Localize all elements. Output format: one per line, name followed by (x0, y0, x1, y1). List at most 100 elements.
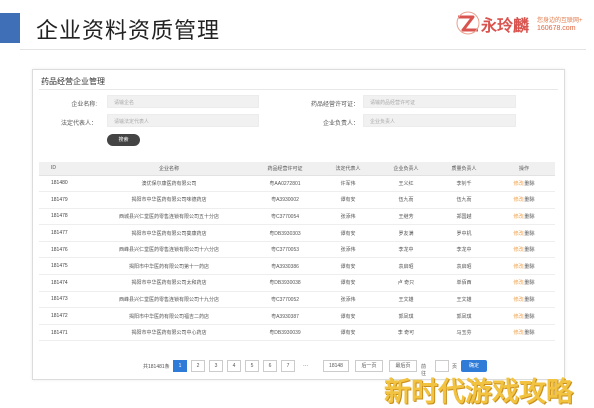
cell-legal-rep: 谭有安 (319, 224, 377, 242)
cell-manager: 李龙中 (377, 241, 435, 259)
license-label: 药品经营许可证： (310, 102, 359, 108)
delete-link[interactable]: 删除 (525, 297, 535, 303)
cell-quality: 马玉芬 (435, 324, 493, 342)
cell-actions: 修改|删除 (493, 307, 555, 325)
table-row: 181471 揭阳市中华医药有限公司中心药店 粤DB3930039 谭有安李 奇可 马玉… (39, 324, 555, 342)
table-row: 181480 澳优保尔康医药有限公司 粤AA0272801 许军伟 王义红 李钊千 修改|删… (39, 175, 555, 193)
cell-manager: 伍九而 (377, 191, 435, 209)
table-header-row: ID 企业名称 药品经营许可证 法定代表人 企业负责人 质量负责人 操作 (39, 162, 555, 176)
cell-license: 粤DB3930303 (251, 224, 319, 242)
next-page-button[interactable]: 后一页 (355, 360, 383, 372)
delete-link[interactable]: 删除 (525, 314, 535, 320)
column-header-actions: 操作 (493, 162, 555, 176)
legal-rep-input[interactable]: 请输法定代表人 (107, 114, 259, 127)
brand-logo[interactable]: 永玲麟 您身边的互联网+ 160678.com (455, 10, 585, 40)
cell-actions: 修改|删除 (493, 324, 555, 342)
delete-link[interactable]: 删除 (525, 247, 535, 253)
delete-link[interactable]: 删除 (525, 330, 535, 336)
cell-company-name: 揭阳市中华医药有限公司福吉二药店 (87, 307, 251, 325)
cell-license: 粤AA0272801 (251, 175, 319, 193)
delete-link[interactable]: 删除 (525, 280, 535, 286)
company-table: ID 企业名称 药品经营许可证 法定代表人 企业负责人 质量负责人 操作 181… (39, 162, 555, 342)
cell-actions: 修改|删除 (493, 241, 555, 259)
company-name-label: 企业名称: (71, 102, 97, 108)
slide-title: 企业资料资质管理 (36, 19, 221, 44)
cell-license: 粤C3770052 (251, 291, 319, 309)
page-button-1[interactable]: 1 (173, 360, 187, 372)
cell-id: 181476 (39, 241, 87, 259)
edit-link[interactable]: 修改 (513, 280, 523, 286)
cell-company-name: 西峰县兴仁堂医药零售连锁有限公司十六分店 (87, 241, 251, 259)
cell-legal-rep: 谭有安 (319, 324, 377, 342)
column-header-quality[interactable]: 质量负责人 (435, 162, 493, 176)
column-header-id[interactable]: ID (39, 162, 87, 176)
cell-legal-rep: 张添伟 (319, 241, 377, 259)
edit-link[interactable]: 修改 (513, 247, 523, 253)
last-page-number-button[interactable]: 18148 (323, 360, 349, 372)
cell-license: 粤A3930386 (251, 257, 319, 276)
cell-actions: 修改|删除 (493, 175, 555, 193)
cell-id: 181473 (39, 291, 87, 309)
edit-link[interactable]: 修改 (513, 197, 523, 203)
page-button-4[interactable]: 4 (227, 360, 241, 372)
pagination-ellipsis: ... (303, 362, 309, 368)
column-header-manager[interactable]: 企业负责人 (377, 162, 435, 176)
delete-link[interactable]: 删除 (525, 181, 535, 187)
delete-link[interactable]: 删除 (525, 214, 535, 220)
header-divider (20, 49, 586, 50)
page-button-5[interactable]: 5 (245, 360, 259, 372)
delete-link[interactable]: 删除 (525, 264, 535, 270)
cell-quality: 袁启昭 (435, 257, 493, 276)
cell-company-name: 揭阳市中华医药有限公司第十一药店 (87, 257, 251, 276)
edit-link[interactable]: 修改 (513, 330, 523, 336)
brand-tagline: 您身边的互联网+ (537, 18, 583, 24)
cell-actions: 修改|删除 (493, 257, 555, 276)
cell-id: 181472 (39, 307, 87, 325)
page-button-3[interactable]: 3 (209, 360, 223, 372)
page-button-7[interactable]: 7 (281, 360, 295, 372)
cell-manager: 郭凤琪 (377, 307, 435, 325)
page-button-2[interactable]: 2 (191, 360, 205, 372)
cell-company-name: 揭阳市中华医药有限公司中心药店 (87, 324, 251, 342)
license-input[interactable]: 请输药品经营许可证 (363, 95, 516, 108)
cell-actions: 修改|删除 (493, 224, 555, 242)
panel-title: 药品经营企业管理 (41, 77, 105, 86)
brand-name: 永玲麟 (481, 16, 530, 35)
page-button-6[interactable]: 6 (263, 360, 277, 372)
cell-quality: 罗中机 (435, 224, 493, 242)
cell-quality: 李龙中 (435, 241, 493, 259)
delete-link[interactable]: 删除 (525, 197, 535, 203)
edit-link[interactable]: 修改 (513, 231, 523, 237)
edit-link[interactable]: 修改 (513, 181, 523, 187)
edit-link[interactable]: 修改 (513, 314, 523, 320)
brand-url: 160678.com (537, 25, 576, 32)
search-button[interactable]: 搜索 (107, 134, 140, 146)
brand-logo-icon (456, 11, 480, 35)
cell-legal-rep: 谭有安 (319, 307, 377, 325)
column-header-license[interactable]: 药品经营许可证 (251, 162, 319, 176)
column-header-legal-rep[interactable]: 法定代表人 (319, 162, 377, 176)
cell-manager: 袁启昭 (377, 257, 435, 276)
cell-id: 181475 (39, 257, 87, 276)
edit-link[interactable]: 修改 (513, 214, 523, 220)
manager-input[interactable]: 企业负责人 (363, 114, 516, 127)
table-row: 181473 西峰县兴仁堂医药零售连锁有限公司十九分店 粤C3770052 张添伟 王文… (39, 291, 555, 309)
cell-company-name: 揭阳市中华医药有限公司味德药店 (87, 191, 251, 209)
pharmacy-management-panel: 药品经营企业管理 企业名称: 请输企名 药品经营许可证： 请输药品经营许可证 法… (32, 69, 565, 380)
edit-link[interactable]: 修改 (513, 264, 523, 270)
cell-actions: 修改|删除 (493, 291, 555, 309)
table-row: 181477 揭阳市中华医药有限公司葵康药店 粤DB3930303 谭有安 罗友满 罗中机… (39, 224, 555, 242)
cell-quality: 郭凤琪 (435, 307, 493, 325)
cell-legal-rep: 张添伟 (319, 291, 377, 309)
edit-link[interactable]: 修改 (513, 297, 523, 303)
delete-link[interactable]: 删除 (525, 231, 535, 237)
column-header-company-name[interactable]: 企业名称 (87, 162, 251, 176)
cell-legal-rep: 谭有安 (319, 191, 377, 209)
company-name-input[interactable]: 请输企名 (107, 95, 259, 108)
cell-company-name: 西城县兴仁堂医药零售连锁有限公司五十分店 (87, 208, 251, 226)
cell-quality: 单佰西 (435, 274, 493, 292)
cell-license: 粤DB3930039 (251, 324, 319, 342)
legal-rep-label: 法定代表人： (60, 121, 97, 127)
cell-quality: 王文雄 (435, 291, 493, 309)
cell-company-name: 澳优保尔康医药有限公司 (87, 175, 251, 193)
